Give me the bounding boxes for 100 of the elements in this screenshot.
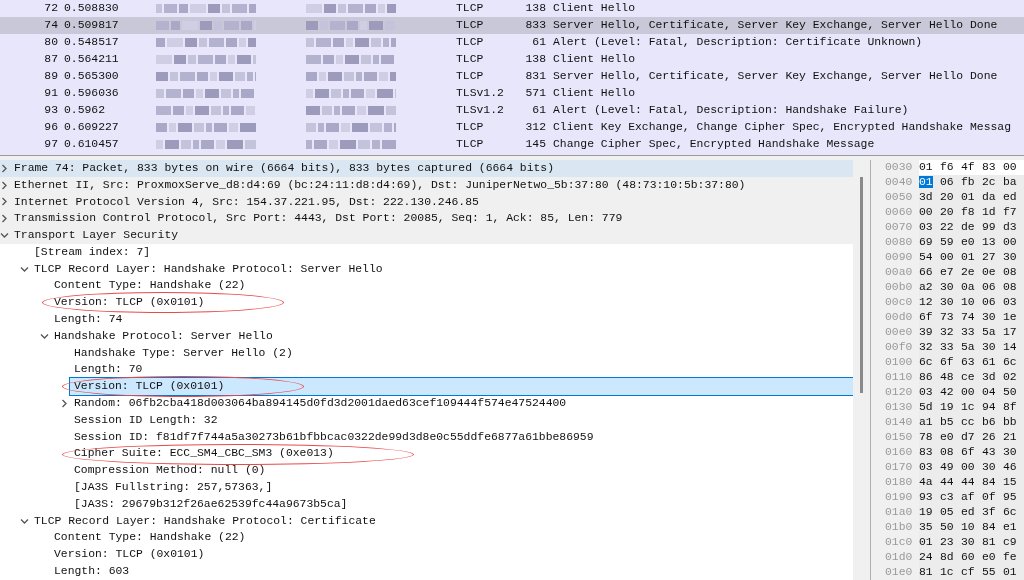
tree-item[interactable]: Version: TLCP (0x0101): [54, 546, 205, 564]
tree-item[interactable]: Session ID Length: 32: [74, 411, 218, 429]
packet-number: 74: [43, 17, 58, 33]
chevron-down-icon[interactable]: [0, 231, 9, 241]
packet-time: 0.508830: [63, 0, 120, 16]
packet-row[interactable]: 72 0.508830 TLCP 138 Client Hello: [0, 0, 1024, 17]
packet-protocol: TLCP: [456, 17, 485, 33]
packet-info: Client Hello: [552, 51, 636, 67]
packet-protocol: TLCP: [456, 0, 485, 16]
packet-row[interactable]: 80 0.548517 TLCP 61 Alert (Level: Fatal, Description: Certificate Unknown): [0, 34, 1024, 51]
packet-length: 61: [531, 102, 546, 118]
packet-number: 89: [43, 68, 58, 84]
packet-number: 91: [43, 85, 58, 101]
packet-protocol: TLSv1.2: [456, 102, 505, 118]
packet-number: 72: [43, 0, 58, 16]
packet-info: Client Hello: [552, 0, 636, 16]
packet-info: Client Key Exchange, Change Cipher Spec, Encrypted Handshake Messag: [552, 119, 1011, 135]
tree-item[interactable]: Content Type: Handshake (22): [54, 529, 246, 547]
packet-time: 0.548517: [63, 34, 120, 50]
packet-row[interactable]: 96 0.609227 TLCP 312 Client Key Exchange, Change Cipher Spec, Encrypted Handshake Messag: [0, 119, 1024, 136]
chevron-down-icon[interactable]: [40, 331, 49, 341]
tree-item[interactable]: Compression Method: null (0): [74, 462, 266, 480]
packet-row[interactable]: 93 0.5962 TLSv1.2 61 Alert (Level: Fatal, Description: Handshake Failure): [0, 102, 1024, 119]
chevron-right-icon[interactable]: [0, 180, 9, 190]
tree-item[interactable]: [JA3S: 29679b312f26ae62539fc44a9673b5ca]: [74, 495, 348, 513]
chevron-right-icon[interactable]: [0, 197, 9, 207]
packet-info: Change Cipher Spec, Encrypted Handshake Message: [552, 136, 875, 152]
packet-time: 0.596036: [63, 85, 120, 101]
packet-protocol: TLCP: [456, 51, 485, 67]
packet-row[interactable]: 89 0.565300 TLCP 831 Server Hello, Certificate, Server Key Exchange, Server Hello Done: [0, 68, 1024, 85]
chevron-down-icon[interactable]: [20, 516, 29, 526]
hex-offset: 0120: [884, 384, 914, 400]
tree-item[interactable]: Handshake Type: Server Hello (2): [74, 344, 293, 362]
tree-item[interactable]: Length: 70: [74, 361, 143, 379]
packet-time: 0.610457: [63, 136, 120, 152]
tree-item[interactable]: Content Type: Handshake (22): [54, 277, 246, 295]
packet-protocol: TLSv1.2: [456, 85, 505, 101]
hex-offset: 00c0: [884, 294, 914, 310]
tree-item[interactable]: [Stream index: 7]: [34, 243, 151, 261]
hex-offset: 0070: [884, 219, 914, 235]
packet-number: 80: [43, 34, 58, 50]
tree-item[interactable]: TLCP Record Layer: Handshake Protocol: Server Hello: [34, 260, 383, 278]
tree-item[interactable]: Random: 06fb2cba418d003064ba894145d0fd3d2001daed63cef109444f574e47524400: [74, 395, 567, 413]
tree-item[interactable]: Handshake Protocol: Server Hello: [54, 327, 273, 345]
packet-length: 145: [524, 136, 546, 152]
packet-length: 571: [524, 85, 546, 101]
chevron-down-icon[interactable]: [20, 264, 29, 274]
packet-length: 312: [524, 119, 546, 135]
hex-offset: 0170: [884, 459, 914, 475]
hex-offset: 00f0: [884, 339, 914, 355]
packet-row[interactable]: 97 0.610457 TLCP 145 Change Cipher Spec, Encrypted Handshake Message: [0, 136, 1024, 153]
hex-offset: 0050: [884, 189, 914, 205]
hex-offset: 01c0: [884, 534, 914, 550]
packet-protocol: TLCP: [456, 68, 485, 84]
tree-item[interactable]: Length: 74: [54, 311, 123, 329]
hex-offset: 01e0: [884, 564, 914, 580]
hex-offset: 00a0: [884, 264, 914, 280]
tree-item[interactable]: Version: TLCP (0x0101): [70, 378, 853, 396]
chevron-right-icon[interactable]: [60, 399, 69, 409]
tree-item[interactable]: Cipher Suite: ECC_SM4_CBC_SM3 (0xe013): [74, 445, 334, 463]
tree-item[interactable]: Session ID: f81df7f744a5a30273b61bfbbcac0322de99d3d8e0c55ddfe6877a61bbe86959: [74, 428, 594, 446]
packet-protocol: TLCP: [456, 136, 485, 152]
packet-number: 93: [43, 102, 58, 118]
packet-time: 0.565300: [63, 68, 120, 84]
hex-offset: 0100: [884, 354, 914, 370]
packet-row[interactable]: 87 0.564211 TLCP 138 Client Hello: [0, 51, 1024, 68]
packet-time: 0.5962: [63, 102, 106, 118]
hex-offset: 01d0: [884, 549, 914, 565]
packet-info: Server Hello, Certificate, Server Key Exchange, Server Hello Done: [552, 68, 998, 84]
packet-time: 0.564211: [63, 51, 120, 67]
packet-protocol: TLCP: [456, 119, 485, 135]
pane-splitter[interactable]: [0, 155, 1024, 160]
hex-offset: 0130: [884, 399, 914, 415]
hex-offset: 0060: [884, 204, 914, 220]
hex-offset: 0080: [884, 234, 914, 250]
packet-info: Client Hello: [552, 85, 636, 101]
hex-offset: 00b0: [884, 279, 914, 295]
hex-offset: 01b0: [884, 519, 914, 535]
packet-info: Server Hello, Certificate, Server Key Exchange, Server Hello Done: [552, 17, 998, 33]
hex-offset: 0140: [884, 414, 914, 430]
packet-length: 138: [524, 0, 546, 16]
packet-row[interactable]: 91 0.596036 TLSv1.2 571 Client Hello: [0, 85, 1024, 102]
tree-item[interactable]: Version: TLCP (0x0101): [54, 294, 205, 312]
packet-length: 833: [524, 17, 546, 33]
tree-item[interactable]: TLCP Record Layer: Handshake Protocol: Certificate: [34, 512, 376, 530]
packet-row[interactable]: 74 0.509817 TLCP 833 Server Hello, Certificate, Server Key Exchange, Server Hello Done: [0, 17, 1024, 34]
scrollbar-thumb[interactable]: [860, 177, 863, 393]
hex-offset: 01a0: [884, 504, 914, 520]
tree-item[interactable]: Length: 603: [54, 563, 130, 580]
chevron-right-icon[interactable]: [0, 163, 9, 173]
packet-info: Alert (Level: Fatal, Description: Certificate Unknown): [552, 34, 923, 50]
hex-offset: 00e0: [884, 324, 914, 340]
hex-offset: 00d0: [884, 309, 914, 325]
packet-time: 0.509817: [63, 17, 120, 33]
hex-offset: 0190: [884, 489, 914, 505]
chevron-right-icon[interactable]: [0, 214, 9, 224]
packet-number: 96: [43, 119, 58, 135]
packet-length: 831: [524, 68, 546, 84]
hex-offset: 0180: [884, 474, 914, 490]
tree-item[interactable]: [JA3S Fullstring: 257,57363,]: [74, 479, 273, 497]
